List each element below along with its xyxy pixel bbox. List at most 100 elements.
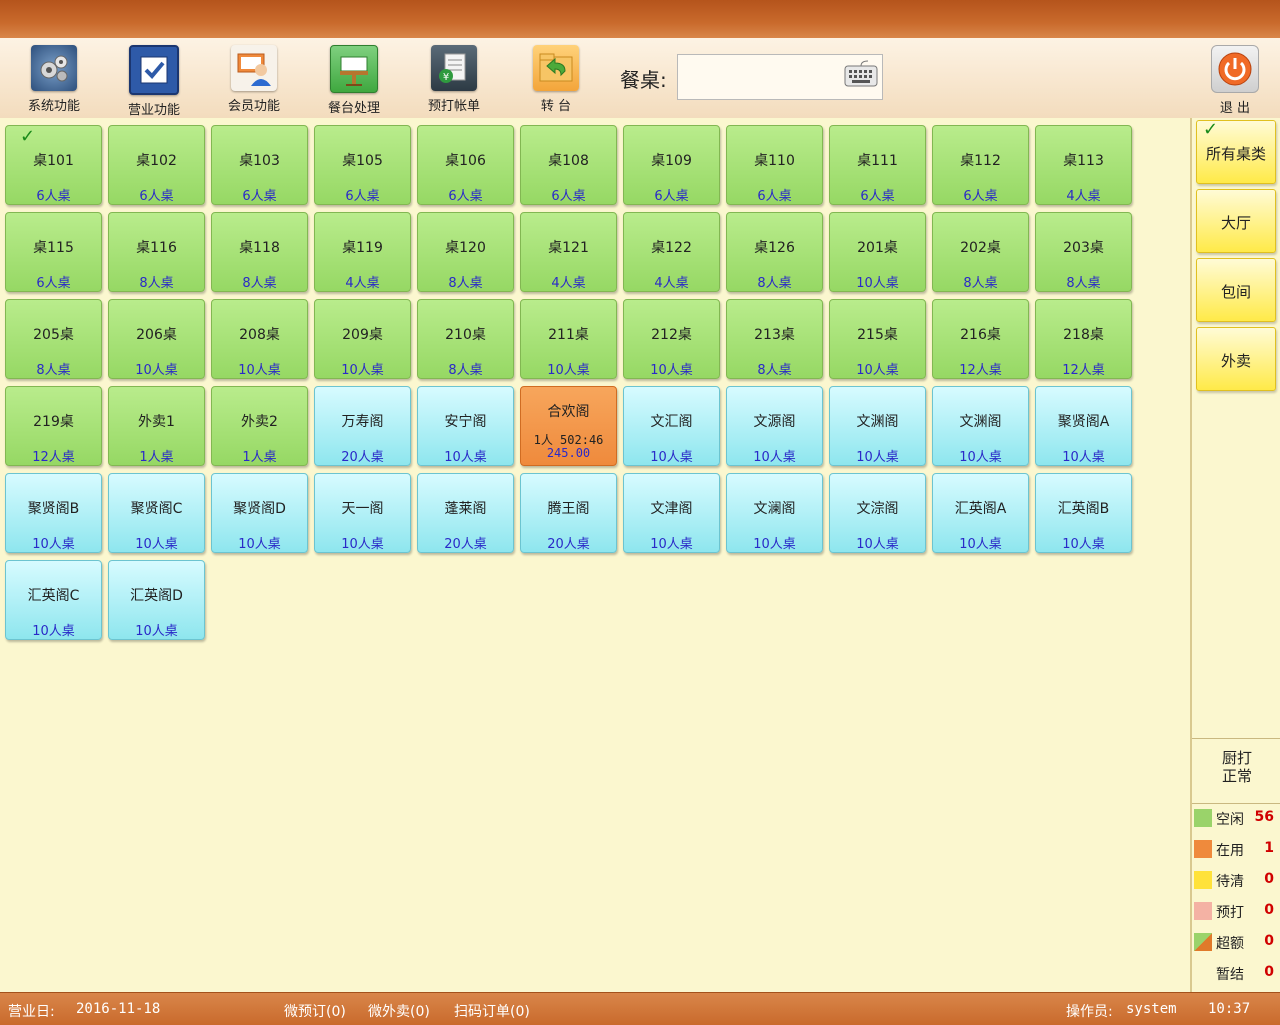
table-tile[interactable]: 桌109 6人桌 <box>623 125 720 205</box>
exit-label: 退 出 <box>1219 101 1251 116</box>
table-tile[interactable]: 文渊阁 10人桌 <box>932 386 1029 466</box>
table-tile[interactable]: 212桌 10人桌 <box>623 299 720 379</box>
table-name: 桌122 <box>651 240 692 256</box>
table-tile[interactable]: 桌116 8人桌 <box>108 212 205 292</box>
table-tile[interactable]: 汇英阁C 10人桌 <box>5 560 102 640</box>
table-tile[interactable]: 208桌 10人桌 <box>211 299 308 379</box>
table-tile[interactable]: 文淙阁 10人桌 <box>829 473 926 553</box>
table-tile[interactable]: 219桌 12人桌 <box>5 386 102 466</box>
keyboard-icon[interactable] <box>844 60 878 90</box>
table-tile[interactable]: 206桌 10人桌 <box>108 299 205 379</box>
legend-swatch <box>1194 902 1212 920</box>
table-tile[interactable]: 合欢阁 1人 502:46 245.00 <box>520 386 617 466</box>
table-tile[interactable]: 桌106 6人桌 <box>417 125 514 205</box>
table-tile[interactable]: 桌103 6人桌 <box>211 125 308 205</box>
table-tile[interactable]: 桌122 4人桌 <box>623 212 720 292</box>
table-tile[interactable]: 215桌 10人桌 <box>829 299 926 379</box>
table-tile[interactable]: 桌105 6人桌 <box>314 125 411 205</box>
table-tile[interactable]: 桌110 6人桌 <box>726 125 823 205</box>
table-name: 206桌 <box>136 327 177 343</box>
table-tile[interactable]: 218桌 12人桌 <box>1035 299 1132 379</box>
table-tile[interactable]: 桌115 6人桌 <box>5 212 102 292</box>
category-button[interactable]: 包间 <box>1196 258 1276 322</box>
table-tile[interactable]: 205桌 8人桌 <box>5 299 102 379</box>
table-tile[interactable]: 聚贤阁A 10人桌 <box>1035 386 1132 466</box>
table-tile[interactable]: 桌119 4人桌 <box>314 212 411 292</box>
table-seats: 8人桌 <box>36 363 71 378</box>
table-name: 桌102 <box>136 153 177 169</box>
table-tile[interactable]: 外卖1 1人桌 <box>108 386 205 466</box>
wx-takeout-link[interactable]: 微外卖(0) <box>368 1001 430 1021</box>
table-seats: 6人桌 <box>242 189 277 204</box>
table-tile[interactable]: 文津阁 10人桌 <box>623 473 720 553</box>
dining-table-icon <box>330 45 378 93</box>
table-tile[interactable]: 文汇阁 10人桌 <box>623 386 720 466</box>
business-functions-button[interactable]: 营业功能 <box>104 42 204 118</box>
category-button[interactable]: ✓ 所有桌类 <box>1196 119 1276 184</box>
table-tile[interactable]: 天一阁 10人桌 <box>314 473 411 553</box>
table-tile[interactable]: 桌112 6人桌 <box>932 125 1029 205</box>
table-seats: 10人桌 <box>753 450 796 465</box>
table-tile[interactable]: 文澜阁 10人桌 <box>726 473 823 553</box>
table-tile[interactable]: 文渊阁 10人桌 <box>829 386 926 466</box>
table-name: 文淙阁 <box>856 501 899 517</box>
table-tile[interactable]: 202桌 8人桌 <box>932 212 1029 292</box>
table-tile[interactable]: 203桌 8人桌 <box>1035 212 1132 292</box>
table-tile[interactable]: 安宁阁 10人桌 <box>417 386 514 466</box>
preprint-bill-button[interactable]: ¥ 预打帐单 <box>404 42 504 116</box>
table-tile[interactable]: 聚贤阁B 10人桌 <box>5 473 102 553</box>
table-name: 聚贤阁A <box>1057 414 1110 430</box>
table-tile[interactable]: 211桌 10人桌 <box>520 299 617 379</box>
category-button[interactable]: 大厅 <box>1196 189 1276 253</box>
table-tile[interactable]: 万寿阁 20人桌 <box>314 386 411 466</box>
table-tile[interactable]: 桌121 4人桌 <box>520 212 617 292</box>
table-tile[interactable]: 蓬莱阁 20人桌 <box>417 473 514 553</box>
table-tile[interactable]: 210桌 8人桌 <box>417 299 514 379</box>
table-tile[interactable]: 桌111 6人桌 <box>829 125 926 205</box>
table-tile[interactable]: 汇英阁D 10人桌 <box>108 560 205 640</box>
table-tile[interactable]: 216桌 12人桌 <box>932 299 1029 379</box>
legend-label: 待清 <box>1216 874 1244 890</box>
table-name: 210桌 <box>445 327 486 343</box>
tool-label: 转 台 <box>540 99 572 114</box>
wx-preorder-link[interactable]: 微预订(0) <box>284 1001 346 1021</box>
system-functions-button[interactable]: 系统功能 <box>4 42 104 116</box>
table-tile[interactable]: 桌113 4人桌 <box>1035 125 1132 205</box>
table-tile[interactable]: 213桌 8人桌 <box>726 299 823 379</box>
table-tile[interactable]: 汇英阁A 10人桌 <box>932 473 1029 553</box>
table-handling-button[interactable]: 餐台处理 <box>304 42 404 116</box>
table-name: 汇英阁B <box>1057 501 1110 517</box>
legend-row: 待清 0 <box>1192 868 1280 892</box>
category-label: 所有桌类 <box>1205 145 1266 163</box>
table-tile[interactable]: 桌126 8人桌 <box>726 212 823 292</box>
category-button[interactable]: 外卖 <box>1196 327 1276 391</box>
table-tile[interactable]: 桌108 6人桌 <box>520 125 617 205</box>
table-tile[interactable]: 外卖2 1人桌 <box>211 386 308 466</box>
table-seats: 10人桌 <box>135 624 178 639</box>
table-tile[interactable]: 聚贤阁D 10人桌 <box>211 473 308 553</box>
table-seats: 10人桌 <box>650 363 693 378</box>
table-tile[interactable]: 209桌 10人桌 <box>314 299 411 379</box>
table-name: 腾王阁 <box>547 501 590 517</box>
table-tile[interactable]: 桌120 8人桌 <box>417 212 514 292</box>
table-tile[interactable]: 桌102 6人桌 <box>108 125 205 205</box>
business-day-value: 2016-11-18 <box>76 1001 161 1017</box>
member-functions-button[interactable]: 会员功能 <box>204 42 304 116</box>
exit-button[interactable]: 退 出 <box>1200 42 1270 116</box>
table-seats: 20人桌 <box>547 537 590 552</box>
receipt-icon: ¥ <box>431 45 477 91</box>
table-seats: 8人桌 <box>963 276 998 291</box>
scan-order-link[interactable]: 扫码订单(0) <box>454 1001 530 1021</box>
table-tile[interactable]: 聚贤阁C 10人桌 <box>108 473 205 553</box>
table-tile[interactable]: 201桌 10人桌 <box>829 212 926 292</box>
table-tile[interactable]: ✓ 桌101 6人桌 <box>5 125 102 205</box>
table-tile[interactable]: 汇英阁B 10人桌 <box>1035 473 1132 553</box>
table-seats: 6人桌 <box>448 189 483 204</box>
table-seats: 4人桌 <box>654 276 689 291</box>
table-tile[interactable]: 文源阁 10人桌 <box>726 386 823 466</box>
table-name: 205桌 <box>33 327 74 343</box>
table-tile[interactable]: 腾王阁 20人桌 <box>520 473 617 553</box>
table-tile[interactable]: 桌118 8人桌 <box>211 212 308 292</box>
transfer-table-button[interactable]: 转 台 <box>506 42 606 116</box>
legend-row: 空闲 56 <box>1192 806 1280 830</box>
